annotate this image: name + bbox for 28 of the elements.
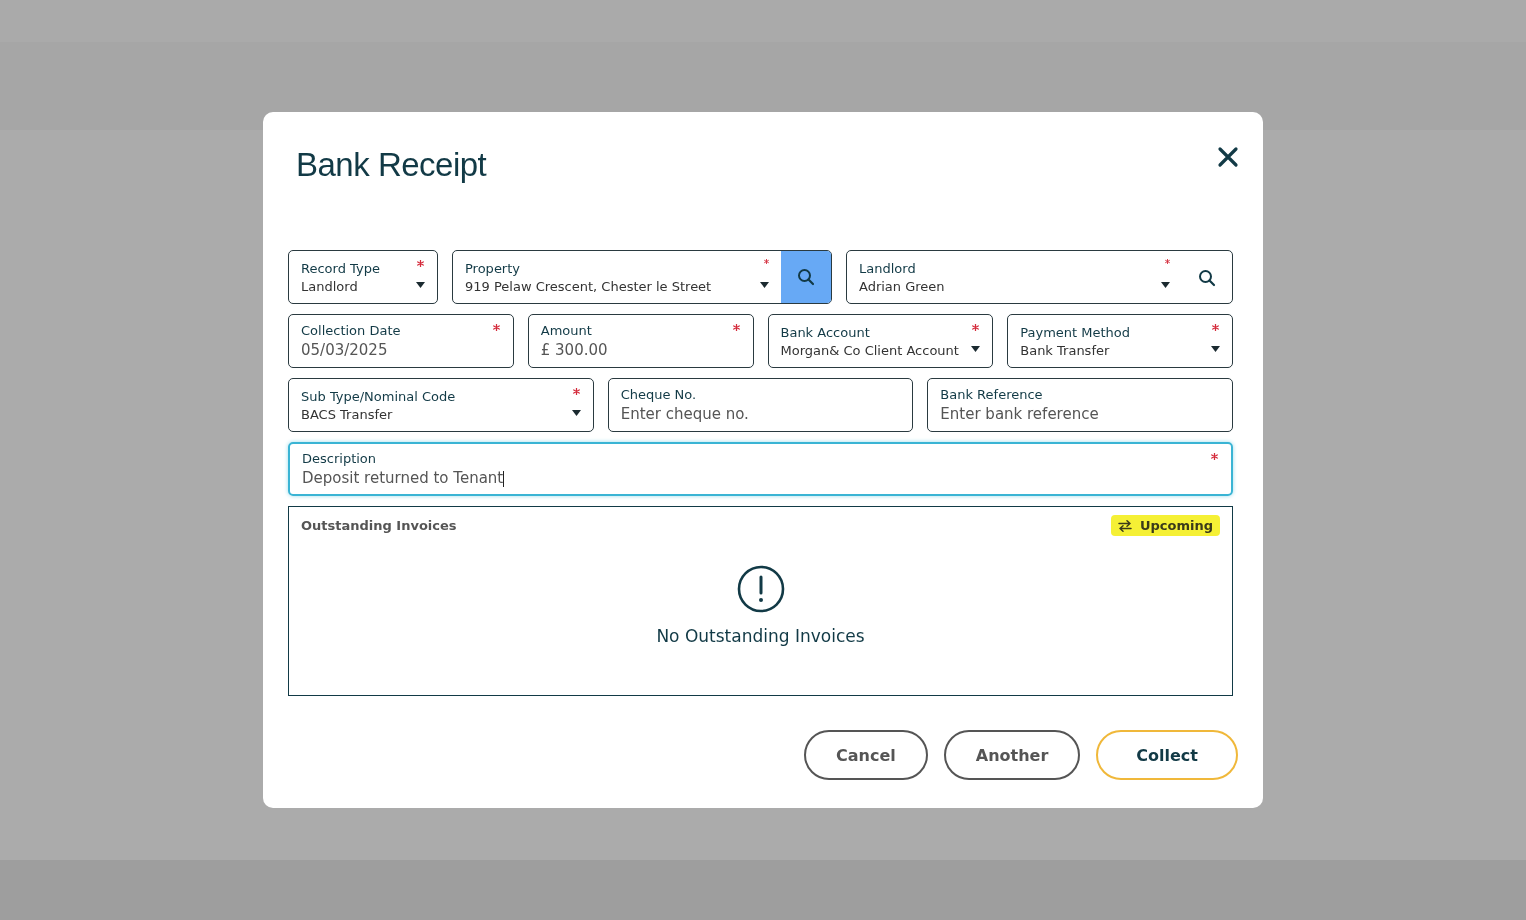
panel-title: Outstanding Invoices [301, 518, 457, 533]
dropdown-field[interactable]: Payment Method Bank Transfer [1007, 314, 1233, 368]
input-field[interactable]: Bank Reference Enter bank reference [927, 378, 1233, 432]
upcoming-badge[interactable]: Upcoming [1110, 515, 1220, 536]
caret-icon [971, 346, 981, 352]
warning-icon [735, 564, 786, 614]
secondary-button[interactable]: Another [943, 730, 1081, 780]
input-field[interactable]: Amount £ 300.00 [527, 314, 754, 368]
search-icon [797, 268, 815, 286]
search-button[interactable] [781, 251, 831, 303]
dropdown-field[interactable]: Property 919 Pelaw Crescent, Chester le Street [452, 250, 832, 304]
input-field[interactable]: Collection Date 05/03/2025 [288, 314, 514, 368]
dropdown-field[interactable]: Record Type Landlord [288, 250, 438, 304]
empty-message: No Outstanding Invoices [656, 626, 865, 646]
input-field[interactable]: Cheque No. Enter cheque no. [607, 378, 914, 432]
caret-icon [571, 410, 581, 416]
search-icon[interactable] [1198, 269, 1216, 287]
caret-icon [1211, 346, 1220, 352]
dialog-title: Bank Receipt [296, 146, 487, 184]
dropdown-field[interactable]: Bank Account Morgan& Co Client Account [767, 314, 994, 368]
dropdown-field[interactable]: Landlord Adrian Green [846, 250, 1233, 304]
caret-icon [1161, 282, 1170, 288]
input-field[interactable]: Description Deposit returned to Tenant [288, 442, 1233, 496]
primary-button[interactable]: Collect [1096, 730, 1238, 780]
caret-icon [416, 282, 425, 288]
caret-icon [760, 282, 769, 288]
secondary-button[interactable]: Cancel [804, 730, 928, 780]
dropdown-field[interactable]: Sub Type/Nominal Code BACS Transfer [288, 378, 594, 432]
